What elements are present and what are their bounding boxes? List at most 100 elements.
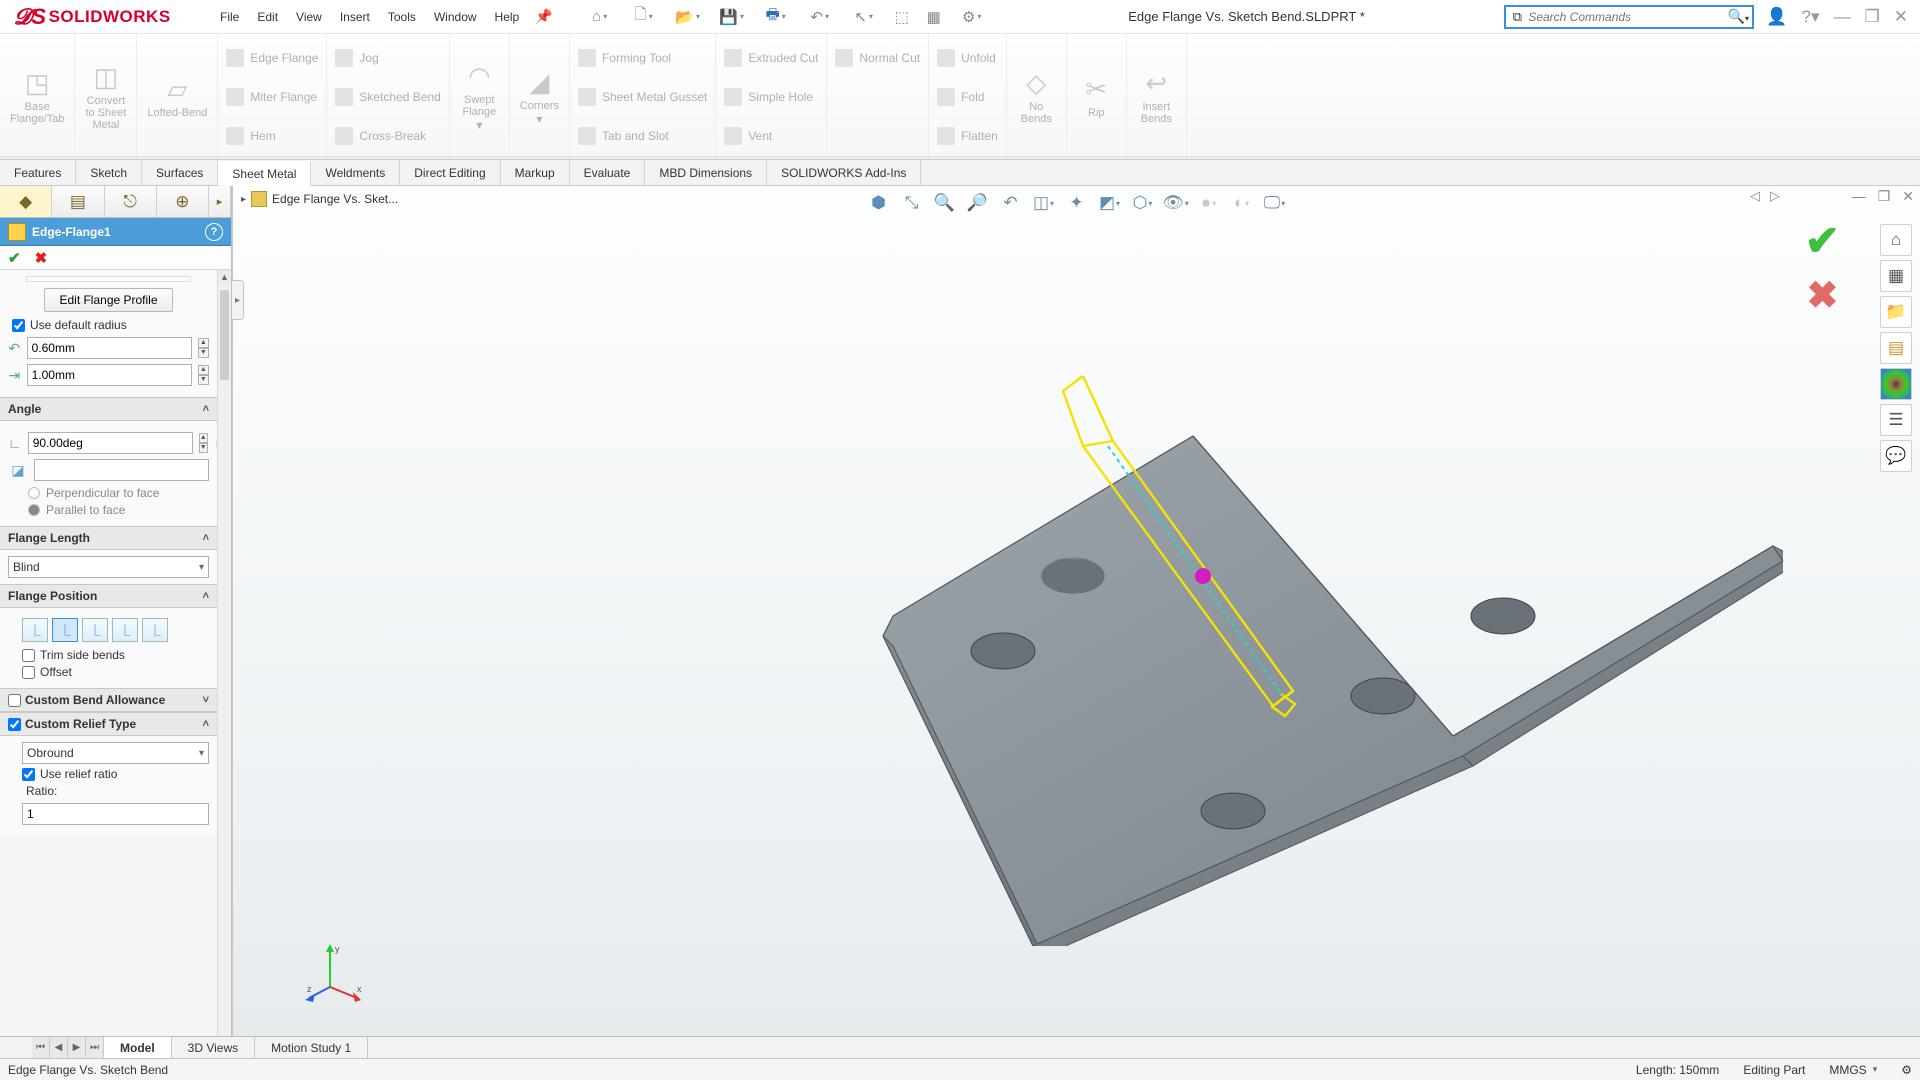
pin-icon[interactable]: 📌 bbox=[535, 8, 552, 25]
graphics-cancel-icon[interactable]: ✖ bbox=[1806, 273, 1838, 318]
help-icon[interactable]: ?▾ bbox=[1802, 7, 1820, 27]
tab-evaluate[interactable]: Evaluate bbox=[570, 160, 646, 185]
ribbon-lofted-bend[interactable]: ▱Lofted-Bend bbox=[137, 34, 218, 159]
ribbon-base-flange[interactable]: ◳Base Flange/Tab bbox=[0, 34, 75, 159]
panel-expand-handle[interactable]: ▸ bbox=[232, 280, 244, 320]
ribbon-flatten[interactable]: Flatten bbox=[937, 123, 998, 149]
taskpane-view-icon[interactable]: ▤ bbox=[1880, 332, 1912, 364]
flange-length-mode[interactable]: Blind▾ bbox=[8, 556, 209, 578]
ribbon-fold[interactable]: Fold bbox=[937, 84, 998, 110]
view-orientation-icon[interactable]: ⬢ bbox=[865, 189, 893, 217]
bottom-tab-model[interactable]: Model bbox=[104, 1037, 172, 1058]
bt-next-icon[interactable]: ▶ bbox=[68, 1037, 86, 1058]
ribbon-sketched-bend[interactable]: Sketched Bend bbox=[335, 84, 440, 110]
new-icon[interactable]: 🗋▾ bbox=[627, 6, 661, 28]
restore-icon[interactable]: ❐ bbox=[1865, 7, 1880, 27]
tab-markup[interactable]: Markup bbox=[501, 160, 570, 185]
hide-show-icon[interactable]: ⬡▾ bbox=[1129, 189, 1157, 217]
ribbon-convert-sheet[interactable]: ◫Convert to Sheet Metal bbox=[75, 34, 137, 159]
pos-btn-4[interactable]: ⎿ bbox=[112, 618, 138, 642]
search-icon[interactable]: 🔍▾ bbox=[1724, 8, 1752, 25]
appearance-icon[interactable]: ●▾ bbox=[1195, 189, 1223, 217]
select-icon[interactable]: ↖▾ bbox=[847, 6, 881, 28]
rebuild-icon[interactable]: ⬚ bbox=[891, 6, 913, 28]
save-icon[interactable]: 💾▾ bbox=[715, 6, 749, 28]
taskpane-home-icon[interactable]: ⌂ bbox=[1880, 224, 1912, 256]
status-extra-icon[interactable]: ⚙ bbox=[1901, 1063, 1912, 1077]
ribbon-insert-bends[interactable]: ↩Insert Bends bbox=[1127, 34, 1187, 159]
taskpane-resources-icon[interactable]: ▦ bbox=[1880, 260, 1912, 292]
ribbon-no-bends[interactable]: ◇No Bends bbox=[1007, 34, 1067, 159]
search-commands[interactable]: ⧉ 🔍▾ bbox=[1504, 5, 1754, 29]
open-icon[interactable]: 📂▾ bbox=[671, 6, 705, 28]
ribbon-rip[interactable]: ✂Rip bbox=[1067, 34, 1127, 159]
section-view-icon[interactable]: ◫▾ bbox=[1030, 189, 1058, 217]
menu-file[interactable]: File bbox=[220, 10, 239, 24]
menu-help[interactable]: Help bbox=[495, 10, 520, 24]
angle-face-input[interactable] bbox=[34, 459, 209, 481]
render-icon[interactable]: 🖵▾ bbox=[1261, 189, 1289, 217]
ribbon-swept-flange[interactable]: ◠Swept Flange▾ bbox=[450, 34, 510, 159]
ptab-property[interactable]: ▤ bbox=[52, 186, 104, 217]
menu-edit[interactable]: Edit bbox=[257, 10, 278, 24]
ribbon-jog[interactable]: Jog bbox=[335, 45, 440, 71]
feature-help-icon[interactable]: ? bbox=[205, 223, 223, 241]
bt-prev-icon[interactable]: ◀ bbox=[50, 1037, 68, 1058]
cba-checkbox[interactable] bbox=[8, 694, 21, 707]
ptab-config[interactable]: ⎋ bbox=[105, 186, 157, 217]
radius-spinner[interactable]: ▲▼ bbox=[198, 338, 209, 358]
view-settings-icon[interactable]: 👁▾ bbox=[1162, 189, 1190, 217]
print-icon[interactable]: 🖶▾ bbox=[759, 6, 793, 28]
dynamic-icon[interactable]: ✦ bbox=[1063, 189, 1091, 217]
taskpane-forum-icon[interactable]: 💬 bbox=[1880, 440, 1912, 472]
cancel-button[interactable]: ✖ bbox=[35, 249, 48, 267]
trim-side-bends-checkbox[interactable] bbox=[22, 649, 35, 662]
search-input[interactable] bbox=[1528, 10, 1724, 24]
breadcrumb[interactable]: ▸ Edge Flange Vs. Sket... bbox=[241, 191, 398, 207]
home-icon[interactable]: ⌂▾ bbox=[583, 6, 617, 28]
scroll-thumb[interactable] bbox=[220, 290, 229, 380]
perpendicular-radio[interactable]: Perpendicular to face bbox=[46, 486, 159, 500]
menu-view[interactable]: View bbox=[296, 10, 322, 24]
prev-view-icon[interactable]: ↶ bbox=[997, 189, 1025, 217]
tab-surfaces[interactable]: Surfaces bbox=[142, 160, 218, 185]
tab-addins[interactable]: SOLIDWORKS Add-Ins bbox=[767, 160, 921, 185]
status-units[interactable]: MMGS bbox=[1829, 1063, 1866, 1077]
ribbon-gusset[interactable]: Sheet Metal Gusset bbox=[578, 84, 707, 110]
ribbon-extruded-cut[interactable]: Extruded Cut bbox=[724, 45, 818, 71]
gap-spinner[interactable]: ▲▼ bbox=[198, 365, 209, 385]
pos-btn-5[interactable]: ⎿ bbox=[142, 618, 168, 642]
ribbon-unfold[interactable]: Unfold bbox=[937, 45, 998, 71]
bottom-tab-motion[interactable]: Motion Study 1 bbox=[255, 1037, 368, 1058]
tab-direct-editing[interactable]: Direct Editing bbox=[400, 160, 500, 185]
ribbon-corners[interactable]: ◢Corners▾ bbox=[510, 34, 570, 159]
crt-checkbox[interactable] bbox=[8, 718, 21, 731]
edit-flange-profile-button[interactable]: Edit Flange Profile bbox=[44, 288, 172, 312]
relief-type-select[interactable]: Obround▾ bbox=[22, 742, 209, 764]
close-icon[interactable]: ✕ bbox=[1894, 7, 1908, 27]
panel-scrollbar[interactable]: ▲ ▼ bbox=[217, 270, 231, 1058]
bottom-tab-3dviews[interactable]: 3D Views bbox=[172, 1037, 255, 1058]
ptab-more[interactable]: ▸ bbox=[209, 186, 231, 217]
ribbon-hem[interactable]: Hem bbox=[226, 123, 318, 149]
taskpane-library-icon[interactable]: 📁 bbox=[1880, 296, 1912, 328]
custom-bend-allowance-header[interactable]: Custom Bend Allowance˅ bbox=[0, 688, 217, 712]
taskpane-props-icon[interactable]: ☰ bbox=[1880, 404, 1912, 436]
flange-length-header[interactable]: Flange Length˄ bbox=[0, 526, 217, 550]
ribbon-simple-hole[interactable]: Simple Hole bbox=[724, 84, 818, 110]
ribbon-edge-flange[interactable]: Edge Flange bbox=[226, 45, 318, 71]
bt-last-icon[interactable]: ⏭ bbox=[86, 1037, 104, 1058]
minimize-icon[interactable]: — bbox=[1834, 7, 1851, 27]
graphics-viewport[interactable]: ◁ ▷ — ❐ ✕ ▸ Edge Flange Vs. Sket... ⬢ ⤡ … bbox=[232, 186, 1920, 1058]
graphics-ok-icon[interactable]: ✔ bbox=[1805, 216, 1840, 265]
use-relief-ratio-checkbox[interactable] bbox=[22, 768, 35, 781]
ribbon-vent[interactable]: Vent bbox=[724, 123, 818, 149]
gap-input[interactable] bbox=[27, 364, 192, 386]
undo-icon[interactable]: ↶▾ bbox=[803, 6, 837, 28]
pos-btn-2[interactable]: ⎿ bbox=[52, 618, 78, 642]
ribbon-miter-flange[interactable]: Miter Flange bbox=[226, 84, 318, 110]
angle-input[interactable] bbox=[28, 432, 193, 454]
ribbon-tab-slot[interactable]: Tab and Slot bbox=[578, 123, 707, 149]
ribbon-normal-cut[interactable]: Normal Cut bbox=[835, 45, 920, 71]
custom-relief-type-header[interactable]: Custom Relief Type˄ bbox=[0, 712, 217, 736]
